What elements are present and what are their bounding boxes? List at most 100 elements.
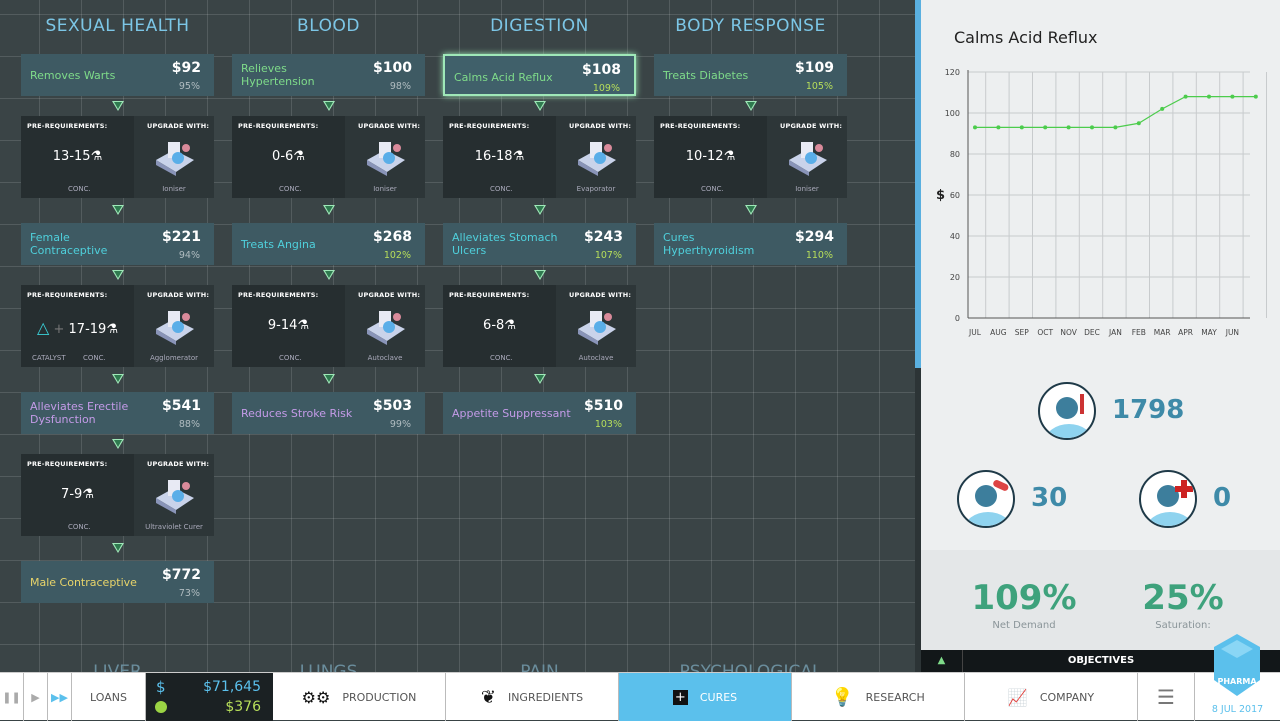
upgrade-machine[interactable]: UPGRADE WITH: Ultraviolet Curer	[134, 454, 214, 536]
arrow-down-icon	[534, 270, 546, 280]
cure-price: $243	[584, 229, 623, 245]
catalyst-label: CATALYST	[32, 354, 66, 362]
cure-card[interactable]: Relieves Hypertension $100 98%	[232, 54, 425, 96]
upgrade-machine[interactable]: UPGRADE WITH: Autoclave	[345, 285, 425, 367]
research-tab[interactable]: 💡 RESEARCH	[792, 673, 965, 721]
x-tick-label: MAR	[1154, 328, 1171, 337]
cure-demand-percent: 73%	[178, 588, 200, 599]
arrow-down-icon	[323, 205, 335, 215]
concentration-range: 10-12⚗	[654, 149, 767, 164]
column-header: BLOOD	[297, 16, 360, 36]
cure-demand-percent: 109%	[592, 83, 620, 94]
y-tick-label: 120	[945, 68, 960, 77]
plus-icon: +	[672, 689, 688, 705]
data-point	[1136, 121, 1141, 126]
upgrade-requirements: PRE-REQUIREMENTS: 7-9⚗ CONC. UPGRADE WITH: U…	[21, 454, 214, 536]
cure-card[interactable]: Treats Angina $268 102%	[232, 223, 425, 265]
cures-tab[interactable]: + CURES	[619, 673, 792, 721]
ingredients-tab[interactable]: ❦ INGREDIENTS	[446, 673, 619, 721]
saturation-value: 25%	[1142, 578, 1224, 618]
machine-name: Autoclave	[367, 354, 403, 362]
cures-board: SEXUAL HEALTH LIVER Removes Warts $92 95% PRE…	[0, 0, 915, 672]
cure-card[interactable]: Alleviates Stomach Ulcers $243 107%	[443, 223, 636, 265]
pause-button[interactable]: ❚❚	[0, 673, 24, 721]
cure-card[interactable]: Appetite Suppressant $510 103%	[443, 392, 636, 434]
cure-name: Appetite Suppressant	[452, 406, 571, 420]
x-tick-label: NOV	[1060, 328, 1077, 337]
prereq-label: PRE-REQUIREMENTS:	[238, 291, 319, 299]
cure-name: Relieves Hypertension	[241, 62, 315, 88]
prerequisites: PRE-REQUIREMENTS: △ + 17-19⚗ CONC. CATALYST	[21, 285, 134, 367]
loans-button[interactable]: LOANS	[72, 673, 146, 721]
price-line	[975, 95, 1256, 128]
cure-card[interactable]: Treats Diabetes $109 105%	[654, 54, 847, 96]
cure-demand-percent: 102%	[383, 250, 411, 261]
cure-card[interactable]: Cures Hyperthyroidism $294 110%	[654, 223, 847, 265]
x-tick-label: MAY	[1201, 328, 1217, 337]
machine-name: Agglomerator	[149, 354, 199, 362]
income-value: $376	[225, 699, 261, 715]
flask-icon: ⚗	[504, 318, 516, 333]
cure-name: Reduces Stroke Risk	[241, 406, 353, 420]
upgrade-machine[interactable]: UPGRADE WITH: Agglomerator	[134, 285, 214, 367]
flask-icon: ⚗	[293, 149, 305, 164]
upgrade-requirements: PRE-REQUIREMENTS: △ + 17-19⚗ CONC. CATALYST…	[21, 285, 214, 367]
upgrade-machine[interactable]: UPGRADE WITH: Ioniser	[134, 116, 214, 198]
upgrade-machine[interactable]: UPGRADE WITH: Evaporator	[556, 116, 636, 198]
arrow-down-icon	[323, 101, 335, 111]
lightbulb-icon: 💡	[831, 686, 854, 708]
cure-card[interactable]: Calms Acid Reflux $108 109%	[443, 54, 636, 96]
cure-name: Removes Warts	[30, 68, 116, 82]
treated-icon	[957, 470, 1015, 528]
conc-label: CONC.	[490, 185, 513, 193]
x-tick-label: JUN	[1225, 328, 1239, 337]
cure-card[interactable]: Female Contraceptive $221 94%	[21, 223, 214, 265]
range-value: 10-12	[685, 149, 724, 164]
prereq-label: PRE-REQUIREMENTS:	[660, 122, 741, 130]
conc-label: CONC.	[68, 185, 91, 193]
cure-name: Alleviates Stomach Ulcers	[452, 231, 558, 257]
data-point	[1207, 94, 1211, 99]
prerequisites: PRE-REQUIREMENTS: 13-15⚗ CONC.	[21, 116, 134, 198]
machine-name: Ioniser	[795, 185, 819, 193]
arrow-down-icon	[323, 374, 335, 384]
x-tick-label: OCT	[1037, 328, 1053, 337]
concentration-range: 16-18⚗	[443, 149, 556, 164]
upgrade-requirements: PRE-REQUIREMENTS: 0-6⚗ CONC. UPGRADE WITH: I…	[232, 116, 425, 198]
company-tab[interactable]: 📈 COMPANY	[965, 673, 1138, 721]
arrow-down-icon	[534, 374, 546, 384]
range-value: 9-14	[267, 318, 298, 333]
cured-count: 0	[1213, 483, 1232, 513]
data-point	[973, 125, 977, 130]
objectives-toggle[interactable]: ▲	[921, 650, 963, 672]
play-button[interactable]: ▶	[24, 673, 48, 721]
arrow-down-icon	[112, 101, 124, 111]
treated-count: 30	[1031, 483, 1068, 513]
upgrade-machine[interactable]: UPGRADE WITH: Ioniser	[345, 116, 425, 198]
conc-label: CONC.	[490, 354, 513, 362]
date-display: 8 JUL 2017	[1211, 704, 1264, 715]
cure-card[interactable]: Reduces Stroke Risk $503 99%	[232, 392, 425, 434]
upgrade-machine[interactable]: UPGRADE WITH: Autoclave	[556, 285, 636, 367]
arrow-down-icon	[112, 270, 124, 280]
machine-icon	[152, 138, 198, 178]
menu-button[interactable]: ☰	[1138, 673, 1195, 721]
cure-card[interactable]: Male Contraceptive $772 73%	[21, 561, 214, 603]
data-point	[1160, 106, 1165, 111]
data-point	[996, 125, 1001, 130]
machine-icon	[363, 138, 409, 178]
machine-icon	[152, 307, 198, 347]
upgrade-machine[interactable]: UPGRADE WITH: Ioniser	[767, 116, 847, 198]
machine-icon	[574, 307, 620, 347]
prereq-label: PRE-REQUIREMENTS:	[449, 122, 530, 130]
money-display: $ $71,645 $376	[146, 673, 273, 721]
cure-card[interactable]: Removes Warts $92 95%	[21, 54, 214, 96]
data-point	[1183, 94, 1188, 99]
cure-card[interactable]: Alleviates Erectile Dysfunction $541 88%	[21, 392, 214, 434]
machine-icon	[785, 138, 831, 178]
production-tab[interactable]: ⚙⚙ PRODUCTION	[273, 673, 446, 721]
fast-forward-button[interactable]: ▶▶	[48, 673, 72, 721]
x-tick-label: FEB	[1132, 328, 1146, 337]
income-icon	[155, 701, 167, 713]
machine-name: Ioniser	[373, 185, 397, 193]
